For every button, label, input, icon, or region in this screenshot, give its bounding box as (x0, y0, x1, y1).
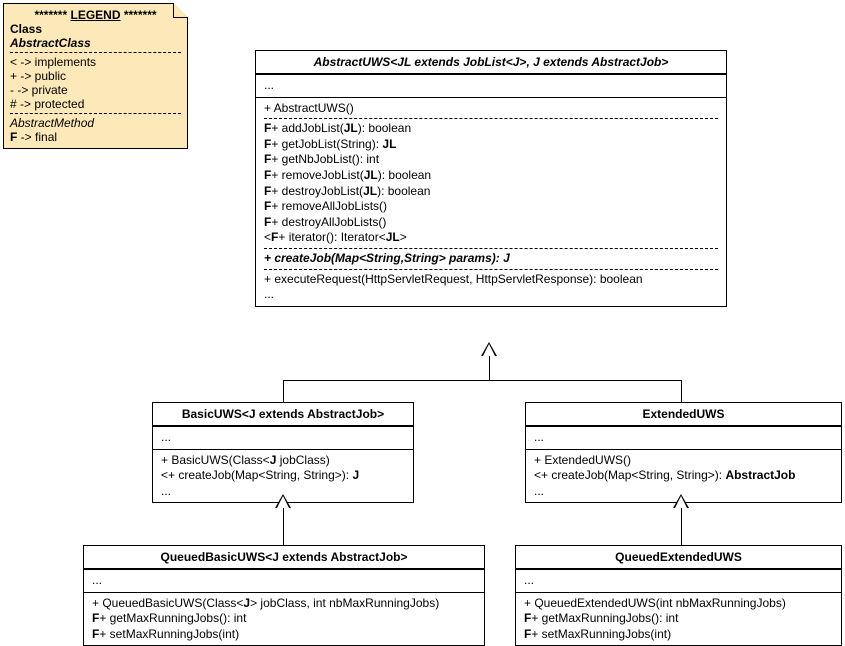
class-method: + BasicUWS(Class<J jobClass) (161, 453, 405, 469)
class-attrs: ... (92, 573, 476, 589)
legend-final-label: F -> final (10, 130, 181, 144)
class-method: F+ destroyAllJobLists() (264, 215, 718, 231)
class-attrs: ... (161, 430, 405, 446)
class-method: + QueuedExtendedUWS(int nbMaxRunningJobs… (524, 596, 833, 612)
class-method: F+ getNbJobList(): int (264, 152, 718, 168)
class-abstract-method: + createJob(Map<String,String> params): … (264, 251, 718, 267)
class-title: ExtendedUWS (526, 403, 841, 426)
generalization-arrow-icon (481, 342, 497, 356)
class-method: F+ removeAllJobLists() (264, 199, 718, 215)
class-method: <F+ iterator(): Iterator<JL> (264, 230, 718, 246)
class-method: + executeRequest(HttpServletRequest, Htt… (264, 272, 718, 288)
class-method: + AbstractUWS() (264, 101, 718, 117)
class-method: + QueuedBasicUWS(Class<J> jobClass, int … (92, 596, 476, 612)
legend-stars-left: ******* (34, 8, 67, 22)
legend-note: ******* LEGEND ******* Class AbstractCla… (3, 3, 188, 149)
legend-line: # -> protected (10, 97, 181, 111)
class-method: <+ createJob(Map<String, String>): J (161, 468, 405, 484)
connector-line (681, 380, 682, 402)
connector-line (283, 380, 681, 381)
class-basicuws: BasicUWS<J extends AbstractJob> ... + Ba… (152, 402, 414, 503)
legend-abstractclass-label: AbstractClass (10, 36, 181, 50)
class-attrs: ... (264, 78, 718, 94)
legend-abstractmethod: AbstractMethod (10, 116, 181, 130)
legend-line: - -> private (10, 83, 181, 97)
class-method: F+ getMaxRunningJobs(): int (92, 611, 476, 627)
connector-line (283, 508, 284, 545)
class-extendeduws: ExtendedUWS ... + ExtendedUWS() <+ creat… (525, 402, 842, 503)
class-queuedextendeduws: QueuedExtendedUWS ... + QueuedExtendedUW… (515, 545, 842, 646)
class-method: F+ getJobList(String): JL (264, 137, 718, 153)
class-method: <+ createJob(Map<String, String>): Abstr… (534, 468, 833, 484)
connector-line (681, 508, 682, 545)
connector-line (489, 356, 490, 380)
class-method: F+ addJobList(JL): boolean (264, 121, 718, 137)
class-method: F+ getMaxRunningJobs(): int (524, 611, 833, 627)
class-attrs: ... (524, 573, 833, 589)
class-title: AbstractUWS<JL extends JobList<J>, J ext… (256, 51, 726, 74)
generalization-arrow-icon (275, 494, 291, 508)
legend-stars-right: ******* (124, 8, 157, 22)
class-method: + ExtendedUWS() (534, 453, 833, 469)
class-method: F+ destroyJobList(JL): boolean (264, 184, 718, 200)
legend-line: < -> implements (10, 55, 181, 69)
class-abstractuws: AbstractUWS<JL extends JobList<J>, J ext… (255, 50, 727, 307)
legend-class-label: Class (10, 22, 181, 36)
note-fold-icon (173, 3, 188, 18)
class-dots: ... (264, 287, 718, 303)
legend-heading: LEGEND (70, 8, 120, 22)
class-title: BasicUWS<J extends AbstractJob> (153, 403, 413, 426)
generalization-arrow-icon (673, 494, 689, 508)
class-queuedbasicuws: QueuedBasicUWS<J extends AbstractJob> ..… (83, 545, 485, 646)
class-title: QueuedBasicUWS<J extends AbstractJob> (84, 546, 484, 569)
legend-line: + -> public (10, 69, 181, 83)
class-attrs: ... (534, 430, 833, 446)
class-title: QueuedExtendedUWS (516, 546, 841, 569)
legend-title: ******* LEGEND ******* (10, 8, 181, 22)
class-method: F+ removeJobList(JL): boolean (264, 168, 718, 184)
connector-line (283, 380, 284, 402)
